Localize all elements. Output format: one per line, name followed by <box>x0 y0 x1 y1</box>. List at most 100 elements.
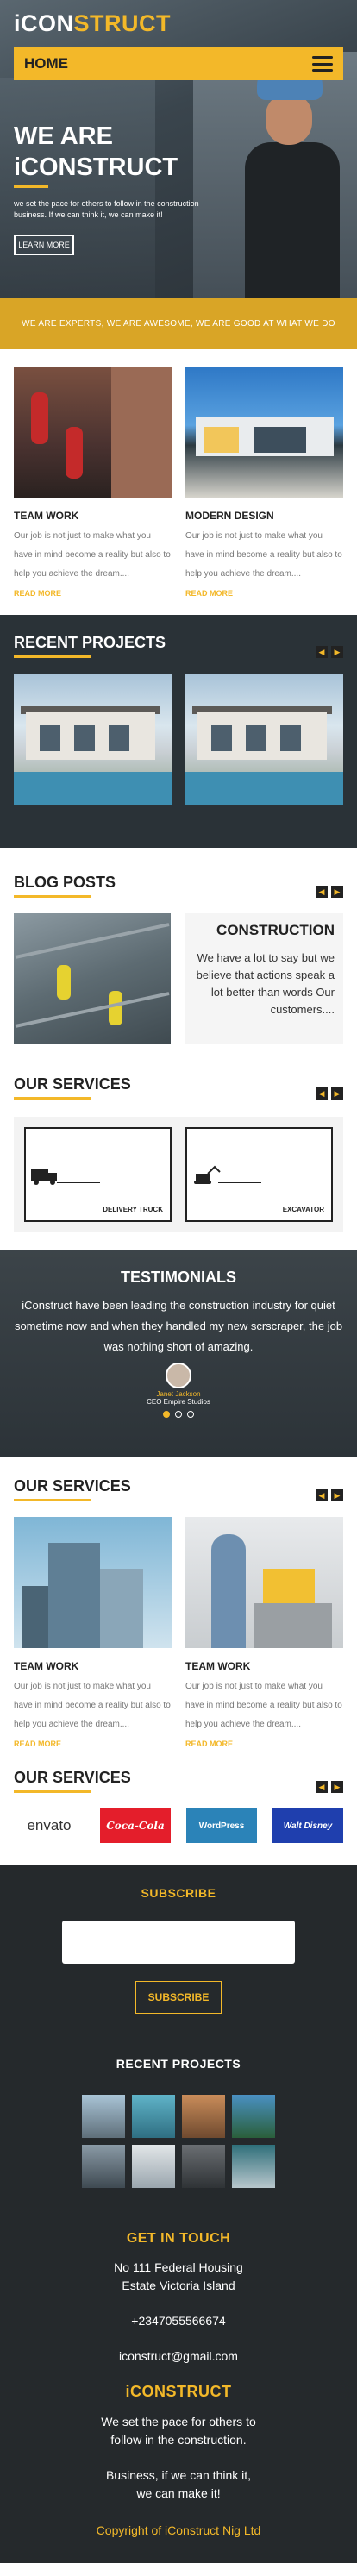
subscribe-email-input[interactable] <box>62 1921 295 1964</box>
footer-recent-title: RECENT PROJECTS <box>116 2057 241 2071</box>
service-card[interactable]: DELIVERY TRUCK <box>24 1127 172 1222</box>
modern-design-image <box>185 367 343 498</box>
services2-cards: TEAM WORK Our job is not just to make wh… <box>0 1501 357 1748</box>
prev-arrow-icon[interactable]: ◀ <box>316 1489 328 1501</box>
feature-title: TEAM WORK <box>14 510 79 522</box>
service-divider <box>57 1182 100 1183</box>
feature-card: MODERN DESIGN Our job is not just to mak… <box>185 367 343 598</box>
logo-suffix: STRUCT <box>73 10 171 36</box>
next-arrow-icon[interactable]: ▶ <box>331 886 343 898</box>
next-arrow-icon[interactable]: ▶ <box>331 1087 343 1100</box>
prev-arrow-icon[interactable]: ◀ <box>316 1087 328 1100</box>
read-more-link[interactable]: READ MORE <box>14 589 172 598</box>
hero-underline <box>14 185 48 188</box>
service-label: EXCAVATOR <box>282 1206 324 1213</box>
blog-excerpt: CONSTRUCTION We have a lot to say but we… <box>185 913 343 1044</box>
services-section: OUR SERVICES ◀ ▶ DELIVERY TRUCK EXCAVATO… <box>0 1044 357 1232</box>
hero-title-line2: iCONSTRUCT <box>14 154 178 181</box>
logo-prefix: iCON <box>14 10 74 36</box>
project-thumbnail[interactable] <box>82 2095 125 2138</box>
project-thumbnail[interactable] <box>232 2095 275 2138</box>
teamwork-image <box>14 367 172 498</box>
hero: iCONSTRUCT HOME WE ARE iCONSTRUCT we set… <box>0 0 357 298</box>
navbar: HOME <box>14 47 343 80</box>
service2-text: Our job is not just to make what you hav… <box>14 1682 171 1729</box>
feature-card: TEAM WORK Our job is not just to make wh… <box>14 367 172 598</box>
footer-about: We set the pace for others to follow in … <box>0 2413 357 2449</box>
next-arrow-icon[interactable]: ▶ <box>331 1781 343 1793</box>
carousel-arrows: ◀ ▶ <box>316 1489 343 1501</box>
about-line: Business, if we can think it, <box>105 2468 252 2482</box>
projects-title: RECENT PROJECTS <box>14 634 166 651</box>
testimonials-title: TESTIMONIALS <box>121 1269 236 1286</box>
project-thumbnail[interactable] <box>182 2095 225 2138</box>
nav-home-link[interactable]: HOME <box>24 55 68 72</box>
project-thumbnail[interactable] <box>232 2145 275 2188</box>
avatar <box>166 1363 191 1388</box>
about-line: We set the pace for others to <box>101 2415 256 2429</box>
footer: SUBSCRIBE SUBSCRIBE RECENT PROJECTS GET … <box>0 1865 357 2563</box>
blog-title: BLOG POSTS <box>14 874 116 891</box>
prev-arrow-icon[interactable]: ◀ <box>316 1781 328 1793</box>
read-more-link[interactable]: READ MORE <box>185 1739 343 1748</box>
testimonial-quote: iConstruct have been leading the constru… <box>14 1299 343 1353</box>
address-line2: Estate Victoria Island <box>122 2278 235 2292</box>
site-logo[interactable]: iCONSTRUCT <box>14 10 171 37</box>
features-section: TEAM WORK Our job is not just to make wh… <box>0 349 357 598</box>
carousel-dot[interactable] <box>163 1411 170 1418</box>
wordpress-logo[interactable]: WordPress <box>186 1808 257 1843</box>
carousel-dot[interactable] <box>187 1411 194 1418</box>
project-thumbnail[interactable] <box>132 2095 175 2138</box>
project-image[interactable] <box>14 674 172 805</box>
project-image[interactable] <box>185 674 343 805</box>
client-logos: envato Coca-Cola WordPress Walt Disney <box>0 1793 357 1843</box>
read-more-link[interactable]: READ MORE <box>14 1739 172 1748</box>
coca-cola-logo[interactable]: Coca-Cola <box>100 1808 171 1843</box>
walt-disney-logo[interactable]: Walt Disney <box>272 1808 343 1843</box>
prev-arrow-icon[interactable]: ◀ <box>316 886 328 898</box>
email-address[interactable]: iconstruct@gmail.com <box>0 2347 357 2366</box>
prev-arrow-icon[interactable]: ◀ <box>316 646 328 658</box>
project-thumbnail[interactable] <box>182 2145 225 2188</box>
carousel-arrows: ◀ ▶ <box>316 1087 343 1100</box>
subscribe-button[interactable]: SUBSCRIBE <box>135 1981 222 2014</box>
phone-number[interactable]: +2347055566674 <box>0 2312 357 2330</box>
next-arrow-icon[interactable]: ▶ <box>331 1489 343 1501</box>
tagline-strip: WE ARE EXPERTS, WE ARE AWESOME, WE ARE G… <box>0 298 357 349</box>
about-line: follow in the construction. <box>110 2433 247 2447</box>
blog-post-title[interactable]: CONSTRUCTION <box>193 922 335 939</box>
service-card[interactable]: EXCAVATOR <box>185 1127 333 1222</box>
next-arrow-icon[interactable]: ▶ <box>331 646 343 658</box>
projects-carousel <box>0 658 357 805</box>
hamburger-menu-icon[interactable] <box>312 56 333 72</box>
feature-text: Our job is not just to make what you hav… <box>14 531 171 579</box>
services2-header: OUR SERVICES ◀ ▶ <box>14 1477 343 1501</box>
contact-title: GET IN TOUCH <box>126 2231 231 2246</box>
footer-brand: iCONSTRUCT <box>125 2383 232 2400</box>
services2-title: OUR SERVICES <box>14 1477 131 1495</box>
testimonials-section: TESTIMONIALS iConstruct have been leadin… <box>0 1250 357 1457</box>
hero-worker-face <box>266 93 312 145</box>
projects-header: RECENT PROJECTS ◀ ▶ <box>0 634 357 658</box>
services2-section: OUR SERVICES ◀ ▶ <box>0 1457 357 1501</box>
recent-projects-section: RECENT PROJECTS ◀ ▶ <box>0 615 357 848</box>
envato-logo[interactable]: envato <box>14 1808 85 1843</box>
services-title: OUR SERVICES <box>14 1075 131 1093</box>
services-carousel: DELIVERY TRUCK EXCAVATOR <box>14 1117 343 1232</box>
carousel-dot[interactable] <box>175 1411 182 1418</box>
learn-more-button[interactable]: LEARN MORE <box>14 235 74 255</box>
feature-text: Our job is not just to make what you hav… <box>185 531 342 579</box>
hero-title: WE ARE iCONSTRUCT <box>14 121 178 183</box>
blog-image[interactable] <box>14 913 171 1044</box>
services3-section: OUR SERVICES ◀ ▶ <box>0 1748 357 1793</box>
title-underline <box>14 1790 91 1793</box>
hero-title-line1: WE ARE <box>14 122 113 150</box>
testimonial-name: Janet Jackson <box>156 1390 201 1398</box>
service2-title: TEAM WORK <box>14 1660 79 1672</box>
project-thumbnail[interactable] <box>132 2145 175 2188</box>
carousel-arrows: ◀ ▶ <box>316 646 343 658</box>
read-more-link[interactable]: READ MORE <box>185 589 343 598</box>
project-thumbnail[interactable] <box>82 2145 125 2188</box>
services-header: OUR SERVICES ◀ ▶ <box>14 1075 343 1100</box>
title-underline <box>14 1499 91 1501</box>
